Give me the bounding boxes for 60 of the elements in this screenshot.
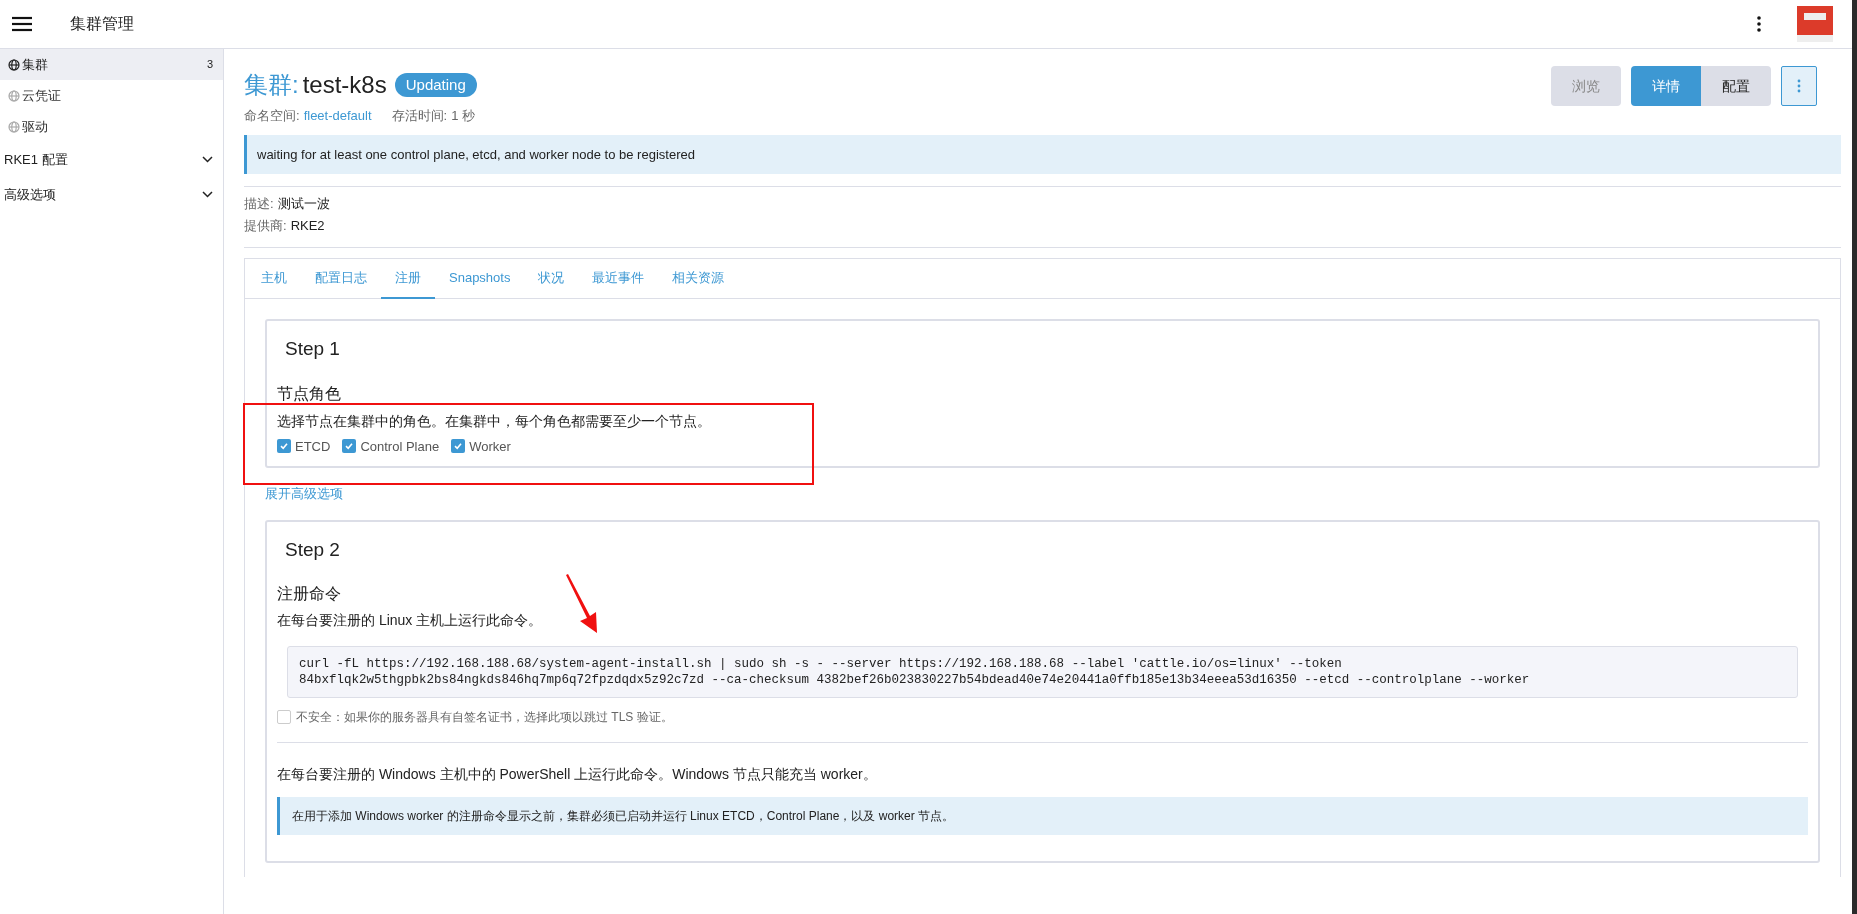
section-description: 选择节点在集群中的角色。在集群中，每个角色都需要至少一个节点。 bbox=[277, 411, 712, 431]
more-options-icon bbox=[1797, 79, 1801, 93]
tab[interactable]: 注册 bbox=[381, 259, 435, 299]
menu-icon[interactable] bbox=[12, 16, 32, 32]
sidebar-item[interactable]: 集群 3 bbox=[0, 49, 223, 80]
command-block: curl -fL https://192.168.188.68/system-agent-install.sh | sudo sh -s - --server https://192.168.188.68 --label 'cattle.io/os=linux' --token 84bxflqk2w5thgpbk2bs84ngkds846hq7mp6q72fpzdqdx5z92c7zd --ca-checksum 4382bef26b023830227b54bdead40e74e20441a0ffb185e13b34eeea53d16350 --etcd --controlplane --worker bbox=[287, 646, 1798, 698]
sidebar-group[interactable]: 高级选项 bbox=[0, 177, 223, 212]
logo-icon[interactable] bbox=[1797, 6, 1833, 42]
detail-value: 测试一波 bbox=[277, 195, 330, 213]
section-description: 在每台要注册的 Windows 主机中的 PowerShell 上运行此命令。Windows 节点只能充当 worker。 bbox=[277, 765, 878, 784]
item-count: 3 bbox=[206, 57, 213, 73]
tab[interactable]: 配置日志 bbox=[301, 259, 381, 299]
arrow-icon bbox=[565, 574, 599, 634]
more-options-icon[interactable] bbox=[1757, 16, 1761, 32]
checkbox[interactable] bbox=[277, 439, 291, 454]
mode-toggle-button[interactable]: 配置 bbox=[1701, 66, 1771, 106]
tab[interactable]: 主机 bbox=[247, 259, 301, 299]
detail-value: RKE2 bbox=[290, 216, 325, 235]
detail-label: 提供商: bbox=[244, 216, 287, 235]
tab[interactable]: 状况 bbox=[524, 259, 579, 299]
check-icon bbox=[279, 441, 289, 452]
section-heading: 注册命令 bbox=[277, 584, 342, 604]
check-icon bbox=[453, 441, 464, 452]
page-title: test-k8s bbox=[302, 70, 387, 100]
more-actions-button[interactable] bbox=[1781, 66, 1817, 106]
chevron-icon bbox=[202, 156, 213, 163]
status-badge: Updating bbox=[394, 72, 477, 98]
sidebar-item[interactable]: 云凭证 bbox=[0, 80, 223, 111]
step-title: Step 1 bbox=[284, 337, 341, 361]
checkbox-label: ETCD bbox=[295, 437, 331, 456]
meta-link[interactable]: fleet-default bbox=[303, 106, 372, 126]
globe-icon bbox=[8, 120, 20, 133]
info-banner: waiting for at least one control plane, etcd, and worker node to be registered bbox=[244, 134, 1841, 174]
section-description: 在每台要注册的 Linux 主机上运行此命令。 bbox=[277, 611, 544, 630]
checkbox-label: Worker bbox=[469, 437, 511, 456]
tab[interactable]: 最近事件 bbox=[578, 259, 659, 299]
mode-toggle-button[interactable]: 详情 bbox=[1631, 66, 1701, 106]
page-type-label: 集群: bbox=[244, 70, 299, 100]
step-title: Step 2 bbox=[284, 537, 341, 562]
checkbox[interactable] bbox=[342, 439, 357, 454]
checkbox[interactable] bbox=[451, 439, 466, 454]
meta-value: 1 秒 bbox=[451, 107, 476, 125]
sidebar-group[interactable]: RKE1 配置 bbox=[0, 142, 223, 177]
meta-label: 存活时间: bbox=[391, 107, 448, 125]
globe-icon bbox=[8, 89, 20, 102]
globe-icon bbox=[8, 58, 20, 71]
meta-label: 命名空间: bbox=[244, 107, 300, 125]
expand-advanced-link[interactable]: 展开高级选项 bbox=[265, 484, 343, 504]
checkbox[interactable] bbox=[277, 710, 291, 724]
detail-label: 描述: bbox=[244, 195, 274, 213]
tab[interactable]: Snapshots bbox=[435, 259, 525, 299]
app-title: 集群管理 bbox=[70, 14, 134, 34]
checkbox-label: 不安全：如果你的服务器具有自签名证书，选择此项以跳过 TLS 验证。 bbox=[296, 709, 673, 726]
section-heading: 节点角色 bbox=[277, 383, 342, 404]
chevron-icon bbox=[202, 191, 213, 198]
check-icon bbox=[344, 441, 355, 452]
info-banner: 在用于添加 Windows worker 的注册命令显示之前，集群必须已启动并运行 Linux ETCD，Control Plane，以及 worker 节点。 bbox=[277, 797, 1808, 835]
checkbox-label: Control Plane bbox=[360, 437, 440, 456]
tab[interactable]: 相关资源 bbox=[658, 259, 739, 299]
sidebar-item[interactable]: 驱动 bbox=[0, 111, 223, 142]
